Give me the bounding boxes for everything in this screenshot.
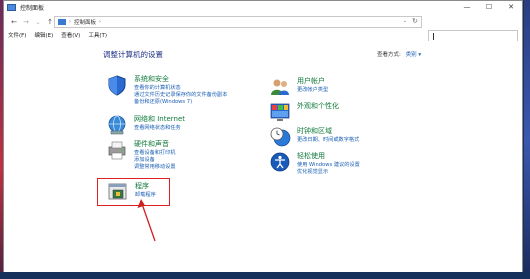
title-bar: 控制面板 — ☐ ✕ xyxy=(4,1,522,14)
navigation-row: ← → ⌄ ↑ › 控制面板 › ⌄ ↻ xyxy=(4,15,522,42)
link-change-account-type[interactable]: 更改帐户类型 xyxy=(297,86,328,93)
category-title[interactable]: 时钟和区域 xyxy=(297,126,332,136)
window-title: 控制面板 xyxy=(20,5,45,12)
breadcrumb-control-panel[interactable]: 控制面板 xyxy=(74,18,96,26)
menu-file[interactable]: 文件(F) xyxy=(8,31,26,39)
breadcrumb-separator-2: › xyxy=(99,19,102,25)
link-optimize-display[interactable]: 优化视觉显示 xyxy=(297,168,328,175)
recent-locations-button[interactable]: ⌄ xyxy=(32,19,44,26)
category-clock-region: 时钟和区域 更改日期、时间或数字格式 xyxy=(269,126,419,147)
category-ease-of-access: 轻松使用 使用 Windows 建议的设置 优化视觉显示 xyxy=(269,151,419,177)
address-bar[interactable]: › 控制面板 › ⌄ ↻ xyxy=(54,16,422,28)
category-title[interactable]: 外观和个性化 xyxy=(297,101,339,111)
link-windows-recommended[interactable]: 使用 Windows 建议的设置 xyxy=(297,161,360,168)
menu-edit[interactable]: 编辑(E) xyxy=(34,31,53,39)
minimize-button[interactable]: — xyxy=(456,1,478,13)
category-appearance: 外观和个性化 xyxy=(269,101,409,121)
main-content: 调整计算机的设置 查看方式: 类别 ▾ 系统和安全 查看你的计算机状态 通过文件… xyxy=(4,41,522,272)
control-panel-icon xyxy=(7,4,16,11)
back-button[interactable]: ← xyxy=(8,18,20,26)
taskbar-edge xyxy=(0,272,530,279)
annotation-arrow xyxy=(137,199,156,242)
link-change-date-format[interactable]: 更改日期、时间或数字格式 xyxy=(297,136,359,143)
forward-button[interactable]: → xyxy=(20,18,32,26)
desktop-background-right xyxy=(524,0,530,279)
control-panel-window: 控制面板 — ☐ ✕ ← → ⌄ ↑ › 控制面板 › ⌄ ↻ 文件(F) 编辑… xyxy=(3,0,523,272)
ease-of-access-icon xyxy=(270,152,290,172)
maximize-button[interactable]: ☐ xyxy=(478,1,500,13)
window-controls: — ☐ ✕ xyxy=(456,1,522,13)
menu-bar: 文件(F) 编辑(E) 查看(V) 工具(T) xyxy=(4,30,522,40)
clock-globe-icon xyxy=(270,127,291,147)
breadcrumb-separator: › xyxy=(69,19,71,25)
close-button[interactable]: ✕ xyxy=(500,1,522,13)
address-dropdown-icon[interactable]: ⌄ xyxy=(403,18,407,24)
menu-view[interactable]: 查看(V) xyxy=(61,31,80,39)
folder-icon xyxy=(58,19,66,25)
category-title[interactable]: 轻松使用 xyxy=(297,151,325,161)
category-title[interactable]: 用户帐户 xyxy=(297,76,325,86)
refresh-icon[interactable]: ↻ xyxy=(412,17,418,25)
category-user-accounts: 用户帐户 更改帐户类型 xyxy=(269,76,409,96)
appearance-icon xyxy=(270,103,290,121)
user-accounts-icon xyxy=(271,79,289,95)
menu-tools[interactable]: 工具(T) xyxy=(88,31,107,39)
